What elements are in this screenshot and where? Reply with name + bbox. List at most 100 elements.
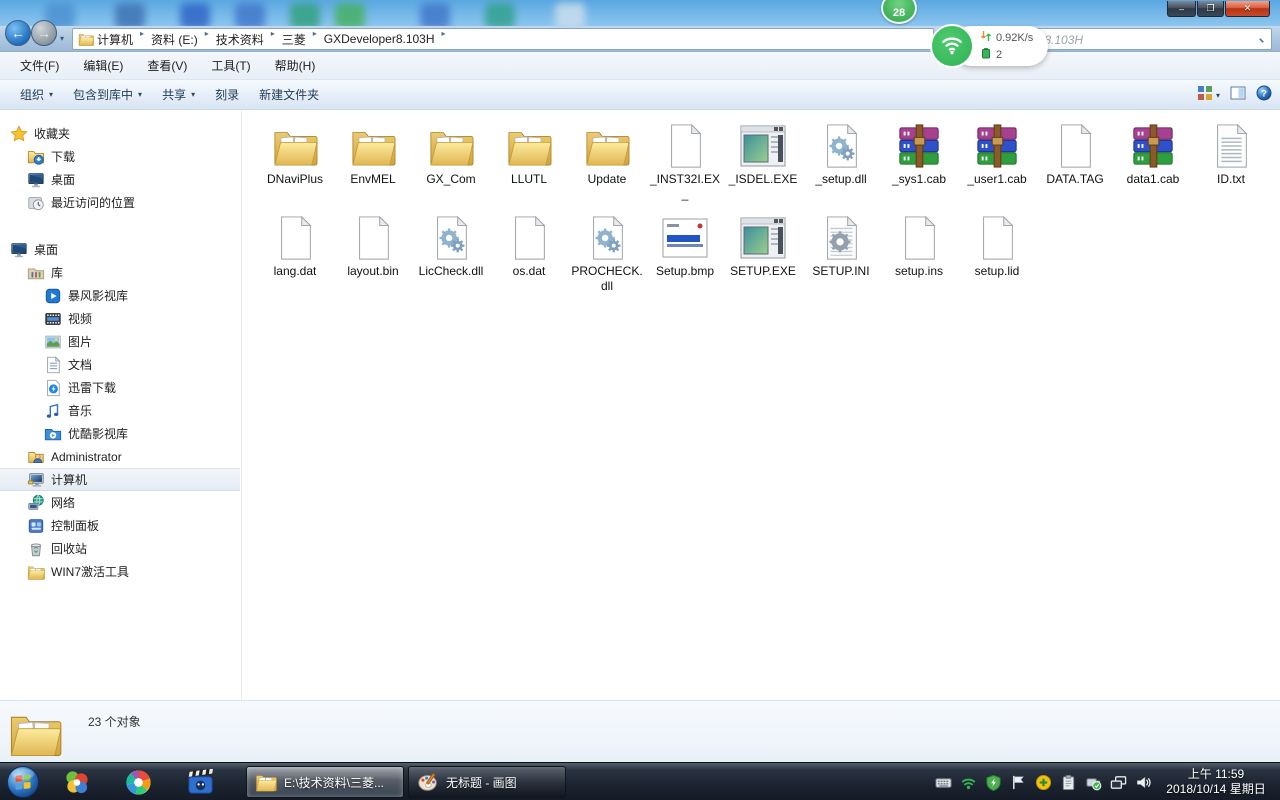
inipage-icon <box>817 214 865 262</box>
taskbar: E:\技术资料\三菱...无标题 - 画图 上午 11:59 2018/10/1… <box>0 762 1280 800</box>
taskbar-window-button[interactable]: 无标题 - 画图 <box>408 766 566 798</box>
file-item[interactable]: setup.ins <box>880 210 958 302</box>
sidebar-item[interactable]: 收藏夹 <box>0 122 240 145</box>
clipboard-tray-icon[interactable] <box>1059 773 1077 791</box>
file-item[interactable]: setup.lid <box>958 210 1036 302</box>
breadcrumb-separator-icon[interactable]: ▸ <box>308 29 322 49</box>
file-item[interactable]: _setup.dll <box>802 118 880 210</box>
menu-item[interactable]: 文件(F) <box>8 53 71 78</box>
sidebar-item[interactable]: 视频 <box>0 307 240 330</box>
restore-button[interactable]: ❐ <box>1197 1 1224 17</box>
help-button[interactable]: ? <box>1256 85 1272 106</box>
breadcrumb-item[interactable]: 资料 (E:) <box>149 29 200 49</box>
breadcrumb[interactable]: 计算机▸资料 (E:)▸技术资料▸三菱▸GXDeveloper8.103H▸ <box>72 28 934 50</box>
app-icon <box>739 214 787 262</box>
sidebar-item[interactable]: 回收站 <box>0 537 240 560</box>
preview-pane-button[interactable] <box>1230 85 1246 106</box>
plusball-tray-icon[interactable] <box>1034 773 1052 791</box>
sidebar-item[interactable]: 桌面 <box>0 168 240 191</box>
pinned-flower-app[interactable] <box>62 768 90 796</box>
toolbar-button[interactable]: 刻录 <box>205 82 249 107</box>
toolbar-button[interactable]: 组织▾ <box>10 82 63 107</box>
sidebar-item[interactable]: 计算机 <box>0 468 240 491</box>
speaker-tray-icon[interactable] <box>1134 773 1152 791</box>
keyboard-tray-icon[interactable] <box>934 773 952 791</box>
file-item[interactable]: layout.bin <box>334 210 412 302</box>
toolbar-button[interactable]: 包含到库中▾ <box>63 82 152 107</box>
menu-item[interactable]: 查看(V) <box>135 53 199 78</box>
file-item[interactable]: lang.dat <box>256 210 334 302</box>
file-item[interactable]: DATA.TAG <box>1036 118 1114 210</box>
file-item[interactable]: LicCheck.dll <box>412 210 490 302</box>
address-folder-icon <box>77 30 95 48</box>
net-speed-overlay[interactable]: 0.92K/s 2 <box>930 24 1050 68</box>
file-name: SETUP.INI <box>812 264 869 279</box>
file-item[interactable]: EnvMEL <box>334 118 412 210</box>
file-item[interactable]: Setup.bmp <box>646 210 724 302</box>
breadcrumb-item[interactable]: 计算机 <box>95 29 135 49</box>
toolbar-button[interactable]: 新建文件夹 <box>249 82 329 107</box>
menu-item[interactable]: 编辑(E) <box>71 53 135 78</box>
desktop-icon-blur <box>290 3 320 26</box>
breadcrumb-item[interactable]: GXDeveloper8.103H <box>322 29 437 49</box>
sidebar-item[interactable]: 音乐 <box>0 399 240 422</box>
usb-tray-icon[interactable] <box>1084 773 1102 791</box>
trwifi-tray-icon[interactable] <box>959 773 977 791</box>
flag-tray-icon[interactable] <box>1009 773 1027 791</box>
sidebar-item[interactable]: 网络 <box>0 491 240 514</box>
sidebar-item[interactable]: 桌面 <box>0 238 240 261</box>
file-item[interactable]: os.dat <box>490 210 568 302</box>
recent-pages-chevron-icon[interactable]: ▾ <box>60 34 64 43</box>
pinned-video-clapper-app[interactable] <box>186 768 214 796</box>
file-item[interactable]: _ISDEL.EXE <box>724 118 802 210</box>
shield-tray-icon[interactable] <box>984 773 1002 791</box>
start-button[interactable] <box>6 765 40 799</box>
file-item[interactable]: DNaviPlus <box>256 118 334 210</box>
sidebar-item[interactable]: 最近访问的位置 <box>0 191 240 214</box>
desktop-background-strip <box>0 0 1280 26</box>
sidebar-item[interactable]: 控制面板 <box>0 514 240 537</box>
sidebar-item[interactable]: 图片 <box>0 330 240 353</box>
file-item[interactable]: SETUP.EXE <box>724 210 802 302</box>
sidebar-item[interactable]: 下载 <box>0 145 240 168</box>
breadcrumb-separator-icon[interactable]: ▸ <box>437 29 451 49</box>
search-icon[interactable] <box>1251 30 1265 49</box>
breadcrumb-separator-icon[interactable]: ▸ <box>200 29 214 49</box>
netmon-tray-icon[interactable] <box>1109 773 1127 791</box>
back-button[interactable]: ← <box>5 20 31 46</box>
minimize-button[interactable]: – <box>1167 1 1196 17</box>
file-item[interactable]: data1.cab <box>1114 118 1192 210</box>
file-item[interactable]: LLUTL <box>490 118 568 210</box>
file-item[interactable]: _INST32I.EX_ <box>646 118 724 210</box>
close-button[interactable]: ✕ <box>1225 1 1270 17</box>
sidebar-item[interactable]: 文档 <box>0 353 240 376</box>
views-button[interactable]: ▾ <box>1197 85 1220 106</box>
file-item[interactable]: SETUP.INI <box>802 210 880 302</box>
sidebar-item[interactable]: Administrator <box>0 445 240 468</box>
breadcrumb-separator-icon[interactable]: ▸ <box>135 29 149 49</box>
breadcrumb-separator-icon[interactable]: ▸ <box>266 29 280 49</box>
taskbar-clock[interactable]: 上午 11:59 2018/10/14 星期日 <box>1156 765 1276 799</box>
file-item[interactable]: GX_Com <box>412 118 490 210</box>
sidebar-item[interactable]: WIN7激活工具 <box>0 560 240 583</box>
sidebar-item[interactable]: 库 <box>0 261 240 284</box>
sidebar-item[interactable]: 暴风影视库 <box>0 284 240 307</box>
breadcrumb-item[interactable]: 三菱 <box>280 29 308 49</box>
menu-item[interactable]: 帮助(H) <box>263 53 328 78</box>
taskbar-window-button[interactable]: E:\技术资料\三菱... <box>246 766 404 798</box>
wifi-status-icon[interactable] <box>930 24 974 68</box>
menu-item[interactable]: 工具(T) <box>199 53 262 78</box>
desktop-icon-blur <box>180 3 210 26</box>
file-item[interactable]: Update <box>568 118 646 210</box>
file-item[interactable]: ID.txt <box>1192 118 1270 210</box>
forward-button[interactable]: → <box>31 20 57 46</box>
toolbar-button[interactable]: 共享▾ <box>152 82 205 107</box>
pinned-media-ball-app[interactable] <box>124 768 152 796</box>
breadcrumb-item[interactable]: 技术资料 <box>214 29 266 49</box>
sidebar-item[interactable]: 迅雷下载 <box>0 376 240 399</box>
file-item[interactable]: _sys1.cab <box>880 118 958 210</box>
file-item[interactable]: PROCHECK.dll <box>568 210 646 302</box>
file-item[interactable]: _user1.cab <box>958 118 1036 210</box>
sidebar-item-label: 计算机 <box>51 471 87 488</box>
sidebar-item[interactable]: 优酷影视库 <box>0 422 240 445</box>
